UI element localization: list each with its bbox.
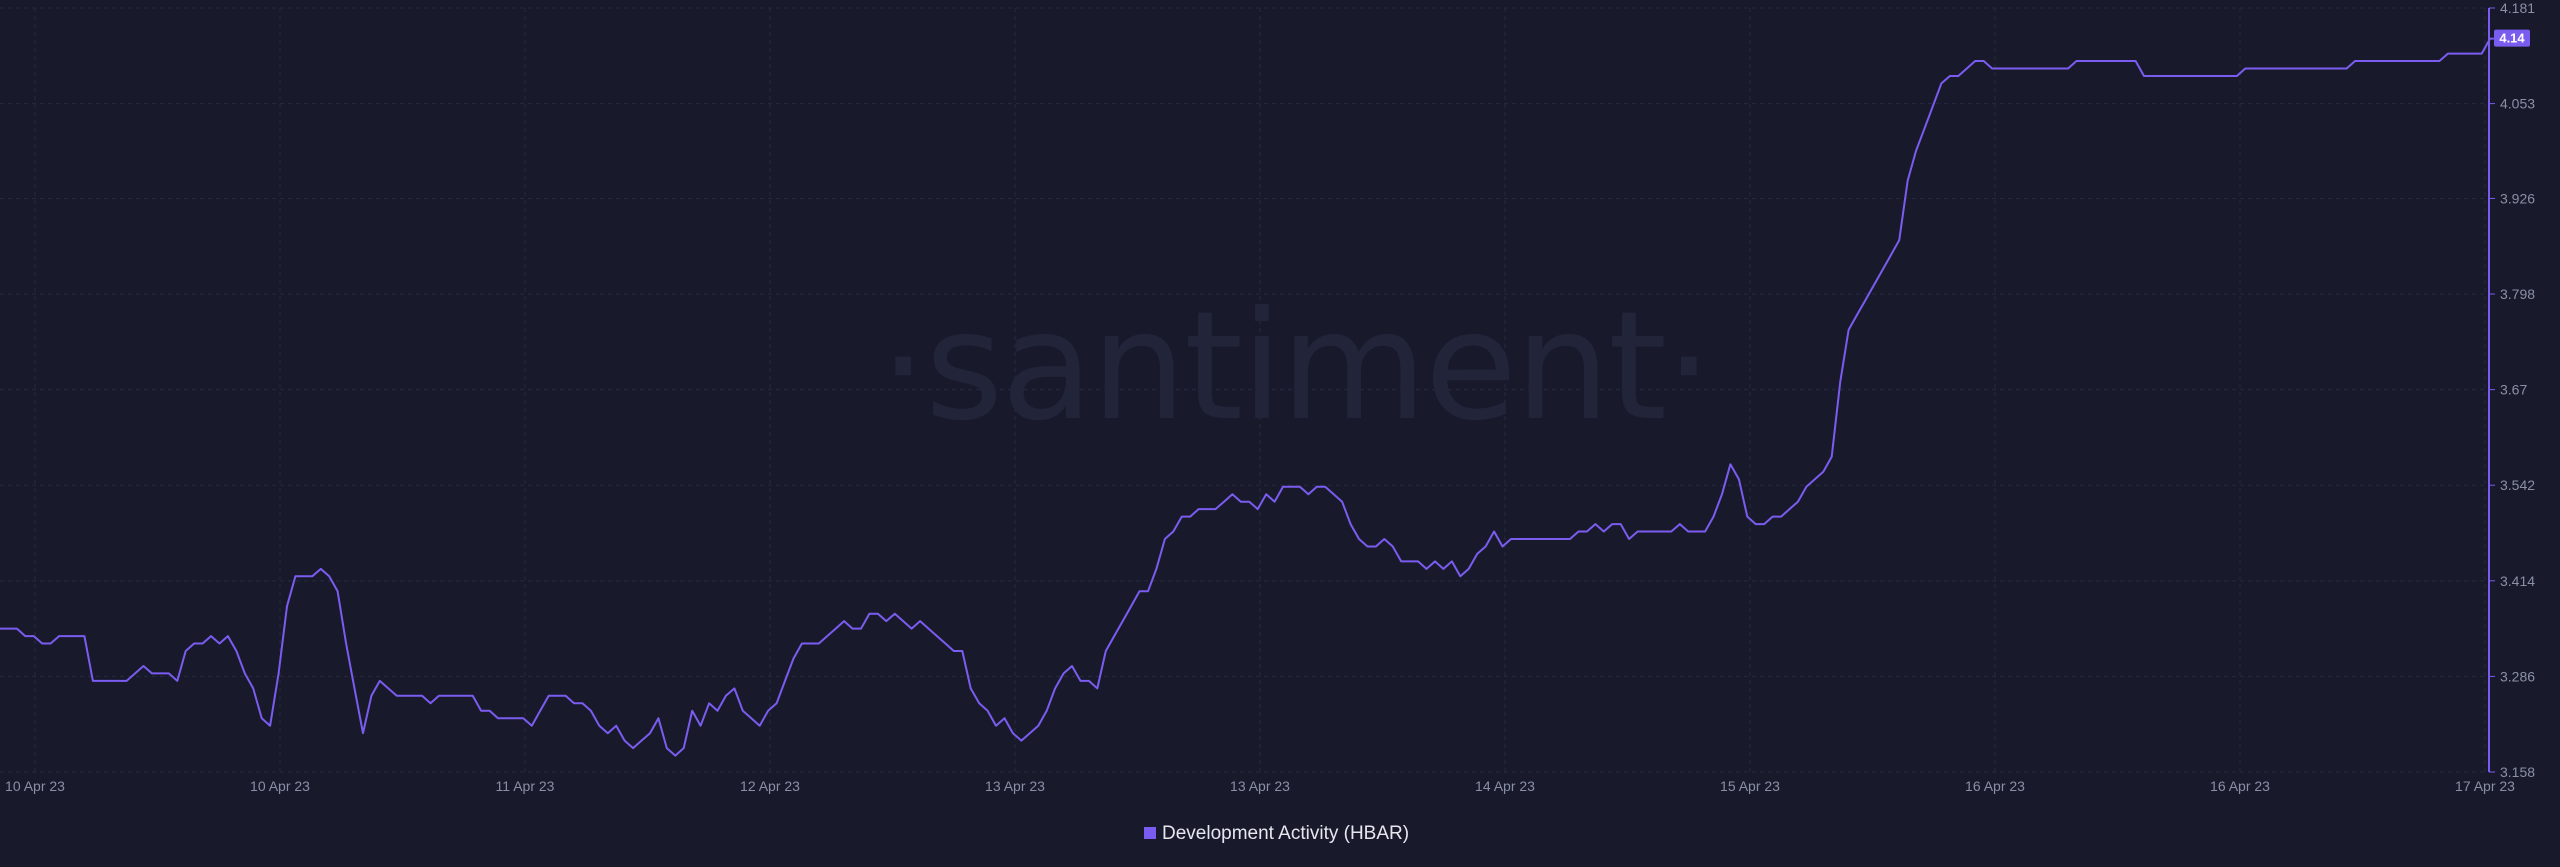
x-axis: 10 Apr 23 10 Apr 23 11 Apr 23 12 Apr 23 13 A… [5,778,2515,794]
santiment-watermark: ·santiment· [879,280,1710,454]
y-tick-label-1: 4.053 [2500,96,2535,112]
y-tick-label-0: 4.181 [2500,0,2535,16]
last-value-badge: 4.14 [2494,29,2530,47]
x-tick-label-0: 10 Apr 23 [5,778,65,794]
x-tick-label-4: 13 Apr 23 [985,778,1045,794]
chart-container: ·santiment· 4.181 4.053 3.926 3.798 3.67 3.54… [0,0,2560,867]
legend-label[interactable]: Development Activity (HBAR) [1162,823,1409,844]
y-tick-label-2: 3.926 [2500,190,2535,206]
x-tick-label-2: 11 Apr 23 [496,778,555,794]
y-tick-label-7: 3.286 [2500,668,2535,684]
x-tick-label-5: 13 Apr 23 [1230,778,1290,794]
y-tick-label-5: 3.542 [2500,477,2535,493]
y-tick-label-4: 3.67 [2500,382,2527,398]
x-tick-label-10: 17 Apr 23 [2455,778,2515,794]
x-tick-label-3: 12 Apr 23 [740,778,800,794]
x-tick-label-8: 16 Apr 23 [1965,778,2025,794]
x-tick-label-1: 10 Apr 23 [250,778,310,794]
y-tick-label-3: 3.798 [2500,286,2535,302]
y-axis: 4.1814.0533.9263.7983.673.5423.4143.2863… [2488,0,2535,780]
x-tick-label-7: 15 Apr 23 [1720,778,1780,794]
legend-swatch [1144,827,1156,839]
x-tick-label-6: 14 Apr 23 [1475,778,1535,794]
y-tick-label-6: 3.414 [2500,573,2535,589]
x-tick-label-9: 16 Apr 23 [2210,778,2270,794]
legend[interactable]: Development Activity (HBAR) [1144,823,1409,844]
development-activity-chart[interactable]: ·santiment· 4.181 4.053 3.926 3.798 3.67 3.54… [0,0,2560,867]
last-value-label: 4.14 [2499,31,2525,46]
